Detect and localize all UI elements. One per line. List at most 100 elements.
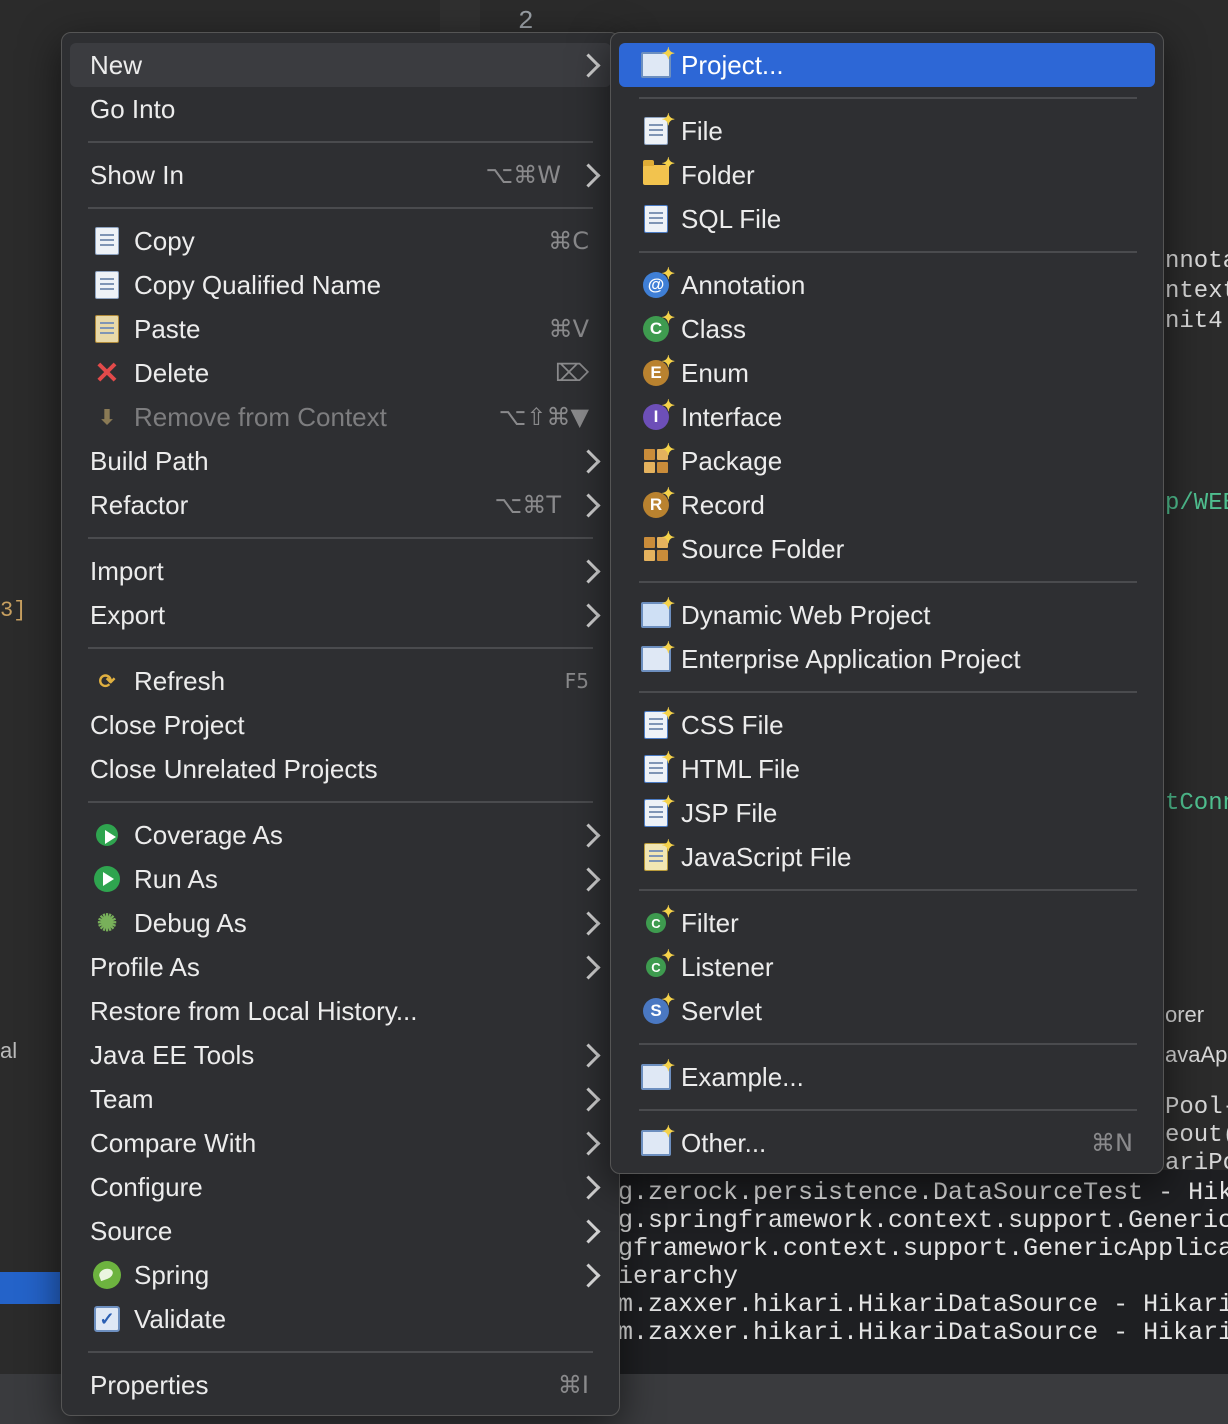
menu-item-compare-with[interactable]: Compare With xyxy=(70,1121,611,1165)
menu-item-new[interactable]: New xyxy=(70,43,611,87)
run-icon xyxy=(92,864,122,894)
menu-item-debug-as[interactable]: ✺ Debug As xyxy=(70,901,611,945)
menu-item-profile-as[interactable]: Profile As xyxy=(70,945,611,989)
menu-item-go-into[interactable]: Go Into xyxy=(70,87,611,131)
menu-separator xyxy=(88,801,593,803)
submenu-item-servlet[interactable]: S ✦ Servlet xyxy=(619,989,1155,1033)
example-icon: ✦ xyxy=(641,1058,675,1092)
chevron-right-icon xyxy=(576,866,601,892)
left-panel-snippet: al xyxy=(0,1038,18,1063)
menu-item-build-path[interactable]: Build Path xyxy=(70,439,611,483)
submenu-item-listener[interactable]: C ✦ Listener xyxy=(619,945,1155,989)
chevron-right-icon xyxy=(576,1174,601,1200)
menu-item-paste[interactable]: Paste ⌘V xyxy=(70,307,611,351)
menu-item-coverage-as[interactable]: Coverage As xyxy=(70,813,611,857)
shortcut-label: ⌘V xyxy=(548,315,589,343)
javascript-file-icon: ✦ xyxy=(641,838,675,872)
menu-item-copy[interactable]: Copy ⌘C xyxy=(70,219,611,263)
file-icon: ✦ xyxy=(641,112,675,146)
menu-item-configure[interactable]: Configure xyxy=(70,1165,611,1209)
menu-item-close-project[interactable]: Close Project xyxy=(70,703,611,747)
chevron-right-icon xyxy=(576,492,601,518)
submenu-item-folder[interactable]: ✦ Folder xyxy=(619,153,1155,197)
refresh-icon: ⟳ xyxy=(98,670,116,693)
menu-item-delete[interactable]: ✕ Delete ⌦ xyxy=(70,351,611,395)
menu-separator xyxy=(88,647,593,649)
menu-item-run-as[interactable]: Run As xyxy=(70,857,611,901)
menu-item-remove-from-context: ⬇ Remove from Context ⌥⇧⌘▼ xyxy=(70,395,611,439)
folder-icon: ✦ xyxy=(641,156,675,190)
chevron-right-icon xyxy=(576,1130,601,1156)
menu-separator xyxy=(639,1109,1137,1111)
submenu-item-annotation[interactable]: @ ✦ Annotation xyxy=(619,263,1155,307)
class-icon: C ✦ xyxy=(641,310,675,344)
sql-file-icon xyxy=(641,204,671,234)
shortcut-label: ⌘C xyxy=(548,227,589,255)
menu-item-close-unrelated-projects[interactable]: Close Unrelated Projects xyxy=(70,747,611,791)
menu-item-java-ee-tools[interactable]: Java EE Tools xyxy=(70,1033,611,1077)
view-tab-snippet[interactable]: orer xyxy=(1165,1002,1228,1028)
listener-icon: C ✦ xyxy=(641,948,675,982)
submenu-item-example[interactable]: ✦ Example... xyxy=(619,1055,1155,1099)
console-line: gframework.context.support.GenericApplic… xyxy=(618,1234,1228,1263)
validate-icon: ✓ xyxy=(92,1304,122,1334)
editor-snippet: ntext xyxy=(1165,278,1228,305)
submenu-item-other[interactable]: ✦ Other... ⌘N xyxy=(619,1121,1155,1165)
menu-item-show-in[interactable]: Show In ⌥⌘W xyxy=(70,153,611,197)
editor-gutter xyxy=(440,0,480,34)
menu-item-copy-qualified-name[interactable]: Copy Qualified Name xyxy=(70,263,611,307)
record-icon: R ✦ xyxy=(641,486,675,520)
shortcut-label: ⌘I xyxy=(557,1371,589,1399)
menu-separator xyxy=(88,141,593,143)
menu-item-export[interactable]: Export xyxy=(70,593,611,637)
submenu-item-record[interactable]: R ✦ Record xyxy=(619,483,1155,527)
chevron-right-icon xyxy=(576,162,601,188)
menu-separator xyxy=(639,691,1137,693)
submenu-item-jsp-file[interactable]: ✦ JSP File xyxy=(619,791,1155,835)
menu-item-refresh[interactable]: ⟳ Refresh F5 xyxy=(70,659,611,703)
submenu-item-source-folder[interactable]: ✦ Source Folder xyxy=(619,527,1155,571)
context-menu: New Go Into Show In ⌥⌘W Copy ⌘C Copy Qua… xyxy=(61,32,620,1416)
html-file-icon: ✦ xyxy=(641,750,675,784)
chevron-right-icon xyxy=(576,822,601,848)
shortcut-label: ⌦ xyxy=(555,359,589,387)
new-submenu: ✦ Project... ✦ File ✦ Folder SQL File @ ✦… xyxy=(610,32,1164,1174)
submenu-item-project[interactable]: ✦ Project... xyxy=(619,43,1155,87)
left-panel-snippet: 3] xyxy=(0,598,27,623)
chevron-right-icon xyxy=(576,558,601,584)
menu-item-properties[interactable]: Properties ⌘I xyxy=(70,1363,611,1407)
delete-icon: ✕ xyxy=(94,356,120,390)
spring-icon xyxy=(92,1260,122,1290)
menu-item-restore-local-history[interactable]: Restore from Local History... xyxy=(70,989,611,1033)
menu-item-validate[interactable]: ✓ Validate xyxy=(70,1297,611,1341)
menu-item-source[interactable]: Source xyxy=(70,1209,611,1253)
submenu-item-enterprise-application-project[interactable]: ✦ Enterprise Application Project xyxy=(619,637,1155,681)
submenu-item-dynamic-web-project[interactable]: ✦ Dynamic Web Project xyxy=(619,593,1155,637)
servlet-icon: S ✦ xyxy=(641,992,675,1026)
submenu-item-package[interactable]: ✦ Package xyxy=(619,439,1155,483)
submenu-item-filter[interactable]: C ✦ Filter xyxy=(619,901,1155,945)
interface-icon: I ✦ xyxy=(641,398,675,432)
submenu-item-class[interactable]: C ✦ Class xyxy=(619,307,1155,351)
submenu-item-html-file[interactable]: ✦ HTML File xyxy=(619,747,1155,791)
submenu-item-css-file[interactable]: ✦ CSS File xyxy=(619,703,1155,747)
enum-icon: E ✦ xyxy=(641,354,675,388)
debug-icon: ✺ xyxy=(96,909,118,937)
menu-item-import[interactable]: Import xyxy=(70,549,611,593)
menu-item-spring[interactable]: Spring xyxy=(70,1253,611,1297)
menu-item-team[interactable]: Team xyxy=(70,1077,611,1121)
console-line: g.springframework.context.support.Generi… xyxy=(618,1206,1228,1235)
console-snippet: eout( xyxy=(1165,1122,1228,1149)
chevron-right-icon xyxy=(576,1042,601,1068)
editor-snippet: tConn xyxy=(1165,790,1228,817)
menu-item-refactor[interactable]: Refactor ⌥⌘T xyxy=(70,483,611,527)
submenu-item-interface[interactable]: I ✦ Interface xyxy=(619,395,1155,439)
menu-separator xyxy=(639,889,1137,891)
submenu-item-javascript-file[interactable]: ✦ JavaScript File xyxy=(619,835,1155,879)
console-line: g.zerock.persistence.DataSourceTest - Hi… xyxy=(618,1178,1228,1207)
submenu-item-sql-file[interactable]: SQL File xyxy=(619,197,1155,241)
submenu-item-enum[interactable]: E ✦ Enum xyxy=(619,351,1155,395)
annotation-icon: @ ✦ xyxy=(641,266,675,300)
menu-separator xyxy=(639,581,1137,583)
submenu-item-file[interactable]: ✦ File xyxy=(619,109,1155,153)
